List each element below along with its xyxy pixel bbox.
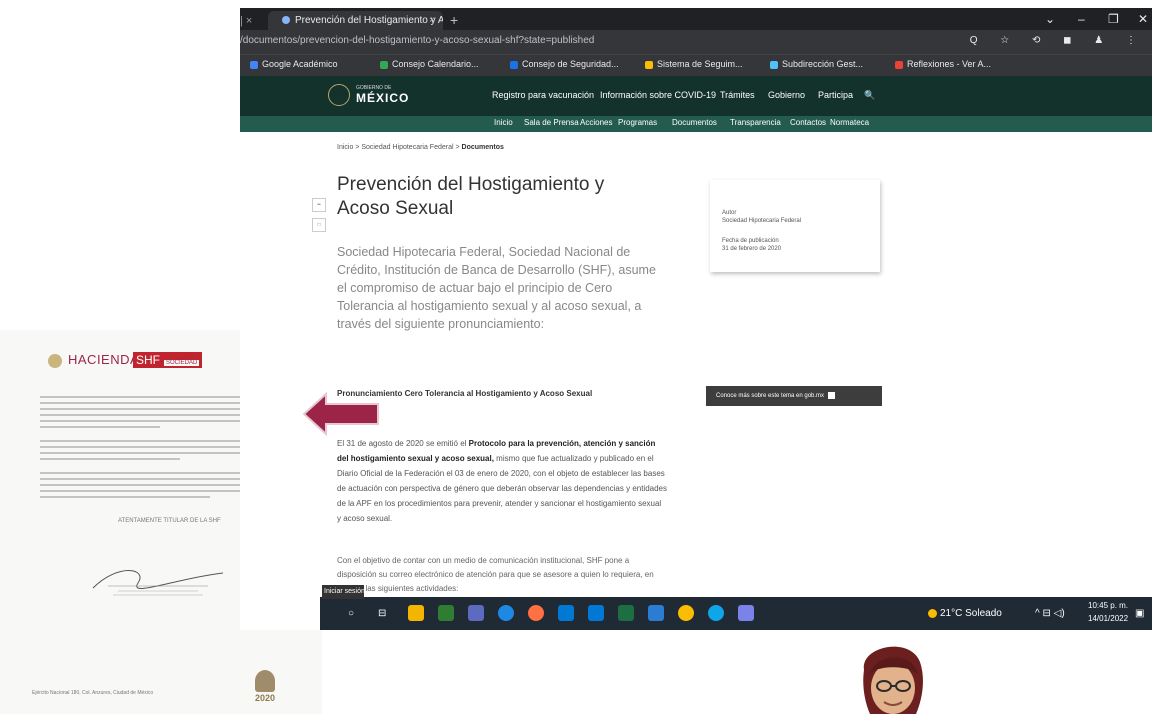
tab-search-button[interactable]: ⌄ [1045, 11, 1055, 27]
clock-date[interactable]: 14/01/2022 [1088, 614, 1128, 623]
author-label: Autor [722, 210, 737, 216]
excel-icon[interactable] [618, 605, 634, 621]
bookmark-item[interactable]: Consejo Calendario... [380, 59, 479, 69]
bookmark-item[interactable]: Reflexiones - Ver A... [895, 59, 991, 69]
author-value[interactable]: Sociedad Hipotecaria Federal [722, 218, 801, 224]
chrome-icon[interactable] [678, 605, 694, 621]
subnav-item[interactable]: Normateca [830, 118, 869, 127]
browser-window: | × Prevención del Hostigamiento y A... … [240, 8, 1152, 630]
photos-icon[interactable] [438, 605, 454, 621]
nav-participa[interactable]: Participa [818, 90, 853, 100]
body-paragraph: El 31 de agosto de 2020 se emitió el Pro… [337, 439, 668, 523]
url-input[interactable]: /documentos/prevencion-del-hostigamiento… [240, 35, 594, 46]
body-paragraph-2: Con el objetivo de contar con un medio d… [337, 556, 654, 593]
favicon-icon [282, 16, 290, 25]
tab-bar: | × Prevención del Hostigamiento y A... … [240, 8, 1152, 30]
info-card: Autor Sociedad Hipotecaria Federal Fecha… [710, 180, 880, 272]
print-icon[interactable]: □ [312, 218, 326, 232]
maximize-button[interactable]: ❐ [1108, 11, 1119, 27]
file-explorer-icon[interactable] [408, 605, 424, 621]
share-icon[interactable]: •• [312, 198, 326, 212]
ie-icon[interactable] [498, 605, 514, 621]
clock-time[interactable]: 10:45 p. m. [1088, 601, 1128, 610]
hacienda-logo: HACIENDA [48, 352, 139, 368]
subnav-item[interactable]: Inicio [494, 118, 513, 127]
portrait-image [863, 646, 923, 714]
bookmarks-bar: Google Académico Consejo Calendario... C… [240, 54, 1152, 76]
bookmark-item[interactable]: Consejo de Seguridad... [510, 59, 619, 69]
page-title: Prevención del Hostigamiento y Acoso Sex… [337, 174, 605, 219]
store-icon[interactable] [558, 605, 574, 621]
signature-image [92, 570, 224, 596]
bookmark-item[interactable]: Google Académico [250, 59, 338, 69]
seal-icon [328, 84, 350, 106]
toolbar-icons[interactable]: Q ☆ ⟲ ◼ ♟ ⋮ [970, 35, 1146, 46]
outlook-icon[interactable] [588, 605, 604, 621]
bookmark-item[interactable]: Subdirección Gest... [770, 59, 863, 69]
bookmark-icon [250, 60, 258, 69]
document-footer: Ejército Nacional 180, Col. Anzures, Ciu… [32, 690, 154, 696]
bookmark-icon [895, 60, 903, 69]
subnav-item[interactable]: Programas [618, 118, 657, 127]
new-tab-button[interactable]: + [450, 11, 458, 29]
subnav-item[interactable]: Documentos [672, 118, 717, 127]
arrow-left-icon [302, 392, 379, 436]
signature-caption: ATENTAMENTE TITULAR DE LA SHF [118, 518, 221, 524]
firefox-icon[interactable] [528, 605, 544, 621]
word-icon[interactable] [648, 605, 664, 621]
date-value: 31 de febrero de 2020 [722, 246, 782, 252]
nav-tramites[interactable]: Trámites [720, 90, 755, 100]
breadcrumb[interactable]: Inicio > Sociedad Hipotecaria Federal > … [337, 144, 504, 151]
document-year: 2020 [255, 693, 276, 703]
sub-navigation: Inicio Sala de Prensa Acciones Programas… [240, 116, 1152, 132]
intro-paragraph: Sociedad Hipotecaria Federal, Sociedad N… [337, 245, 656, 331]
more-info-button[interactable]: Conoce más sobre este tema en gob.mx [706, 386, 882, 406]
tab-title: Prevención del Hostigamiento y A... [295, 15, 443, 26]
minimize-button[interactable]: – [1078, 11, 1085, 27]
address-bar: /documentos/prevencion-del-hostigamiento… [240, 30, 1152, 54]
system-tray[interactable]: ^ ⊟ ◁) [1035, 608, 1065, 619]
weather-widget[interactable]: 21°C Soleado [928, 608, 1002, 619]
bookmark-icon [645, 60, 653, 69]
tooltip: Iniciar sesión [322, 585, 364, 599]
tab-close-icon[interactable]: × [429, 11, 435, 30]
sun-icon [928, 608, 937, 618]
bookmark-item[interactable]: Sistema de Seguim... [645, 59, 743, 69]
nav-vacunacion[interactable]: Registro para vacunación [492, 90, 594, 100]
previous-tab[interactable]: | × [240, 12, 266, 30]
subnav-item[interactable]: Acciones [580, 118, 612, 127]
teams-icon[interactable] [468, 605, 484, 621]
bookmark-icon [380, 60, 388, 69]
close-button[interactable]: ✕ [1138, 11, 1148, 27]
gob-mexico-logo[interactable]: GOBIERNO DE MÉXICO [328, 82, 428, 110]
search-taskbar-icon[interactable]: ⊟ [378, 608, 386, 619]
portrait-thumbnail [255, 670, 275, 692]
external-link-icon [828, 391, 836, 399]
windows-taskbar: ○ ⊟ 21°C Soleado ^ ⊟ ◁) 10:45 p. m. 14/0… [320, 597, 1152, 630]
nav-gobierno[interactable]: Gobierno [768, 90, 805, 100]
subnav-item[interactable]: Sala de Prensa [524, 118, 579, 127]
subnav-item[interactable]: Transparencia [730, 118, 781, 127]
teams-2-icon[interactable] [738, 605, 754, 621]
edge-icon[interactable] [708, 605, 724, 621]
breadcrumb-current: Documentos [461, 144, 504, 151]
nav-covid[interactable]: Información sobre COVID-19 [600, 90, 716, 100]
bookmark-icon [770, 60, 778, 69]
start-icon[interactable]: ○ [348, 608, 354, 619]
date-label: Fecha de publicación [722, 238, 779, 244]
notification-icon[interactable]: ▣ [1135, 608, 1144, 619]
tab-active[interactable]: Prevención del Hostigamiento y A... × [268, 11, 443, 30]
shf-logo: SHF SOCIEDAD [133, 352, 203, 368]
subnav-item[interactable]: Contactos [790, 118, 826, 127]
search-icon[interactable]: 🔍 [864, 90, 875, 101]
bookmark-icon [510, 60, 518, 69]
gob-header: GOBIERNO DE MÉXICO Registro para vacunac… [240, 76, 1152, 116]
